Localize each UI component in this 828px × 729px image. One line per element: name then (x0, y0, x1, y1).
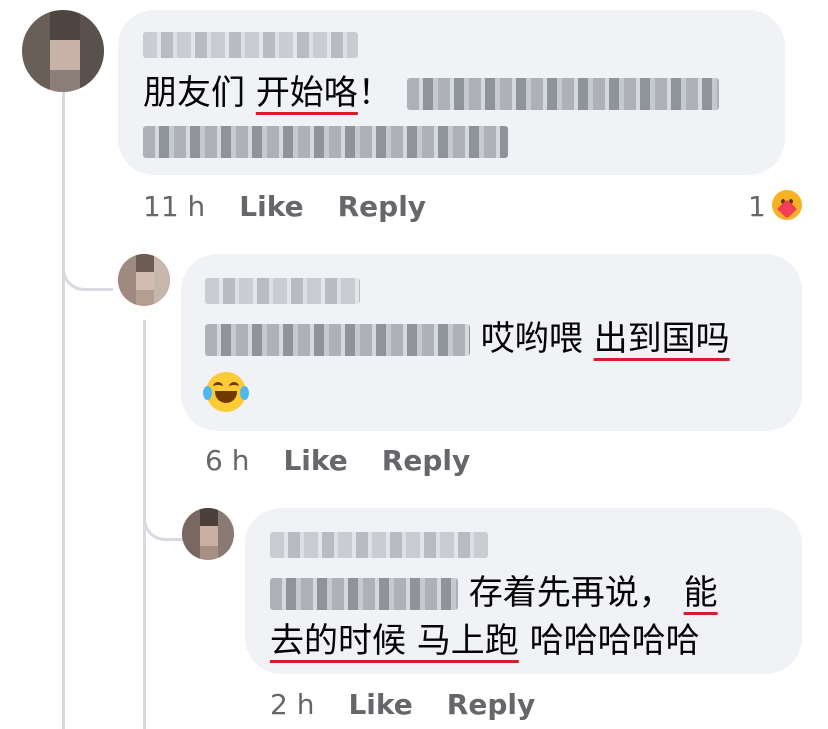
care-reaction-icon[interactable] (772, 190, 802, 220)
comment-meta: 6 h Like Reply (205, 444, 470, 478)
comment-text: 朋友们 开始咯！ (143, 70, 719, 116)
like-button[interactable]: Like (283, 444, 347, 477)
tagged-name-redacted[interactable] (205, 324, 470, 356)
timestamp[interactable]: 11 h (143, 190, 205, 223)
thread-line-root (62, 92, 65, 729)
avatar[interactable] (182, 508, 234, 560)
author-name-redacted[interactable] (143, 32, 358, 58)
author-name-redacted[interactable] (270, 532, 488, 558)
avatar[interactable] (22, 10, 104, 92)
reply-button[interactable]: Reply (382, 444, 470, 477)
comment-text-line-2: 去的时候 马上跑 哈哈哈哈哈 (270, 618, 700, 664)
tagged-name-redacted[interactable] (270, 578, 458, 610)
thread-connector-reply-2 (143, 490, 186, 541)
thread-connector-reply-1 (62, 240, 113, 291)
like-button[interactable]: Like (239, 190, 303, 223)
reply-button[interactable]: Reply (338, 190, 426, 223)
comment-text: 哎哟喂 出到国吗 (205, 316, 730, 362)
reply-button[interactable]: Reply (447, 688, 535, 721)
comment-meta: 2 h Like Reply (270, 688, 535, 722)
comment-text-part: 朋友们 (143, 73, 256, 113)
comment-text-part: 存着先再说， (458, 573, 684, 613)
comment-text: 存着先再说， 能 (270, 570, 718, 616)
author-name-redacted[interactable] (205, 278, 360, 304)
comment-meta: 11 h Like Reply (143, 190, 426, 224)
comment-text-part: ！ (357, 73, 392, 113)
comment-text-part-misspelled: 能 (683, 573, 718, 613)
tagged-name-redacted[interactable] (406, 78, 719, 110)
reaction-count[interactable]: 1 (748, 190, 766, 223)
timestamp[interactable]: 6 h (205, 444, 249, 477)
face-with-tears-of-joy-icon (203, 372, 249, 412)
comment-text-line-2 (143, 118, 508, 164)
timestamp[interactable]: 2 h (270, 688, 314, 721)
comment-text-part-misspelled: 开始咯 (255, 73, 358, 113)
tagged-name-redacted[interactable] (143, 126, 508, 158)
comment-text-part: 哈哈哈哈哈 (518, 621, 700, 661)
comment-text-part-misspelled: 出到国吗 (593, 319, 730, 359)
comment-text-part: 哎哟喂 (470, 319, 594, 359)
avatar[interactable] (118, 254, 170, 306)
like-button[interactable]: Like (348, 688, 412, 721)
comment-text-part-misspelled: 去的时候 马上跑 (270, 621, 519, 661)
